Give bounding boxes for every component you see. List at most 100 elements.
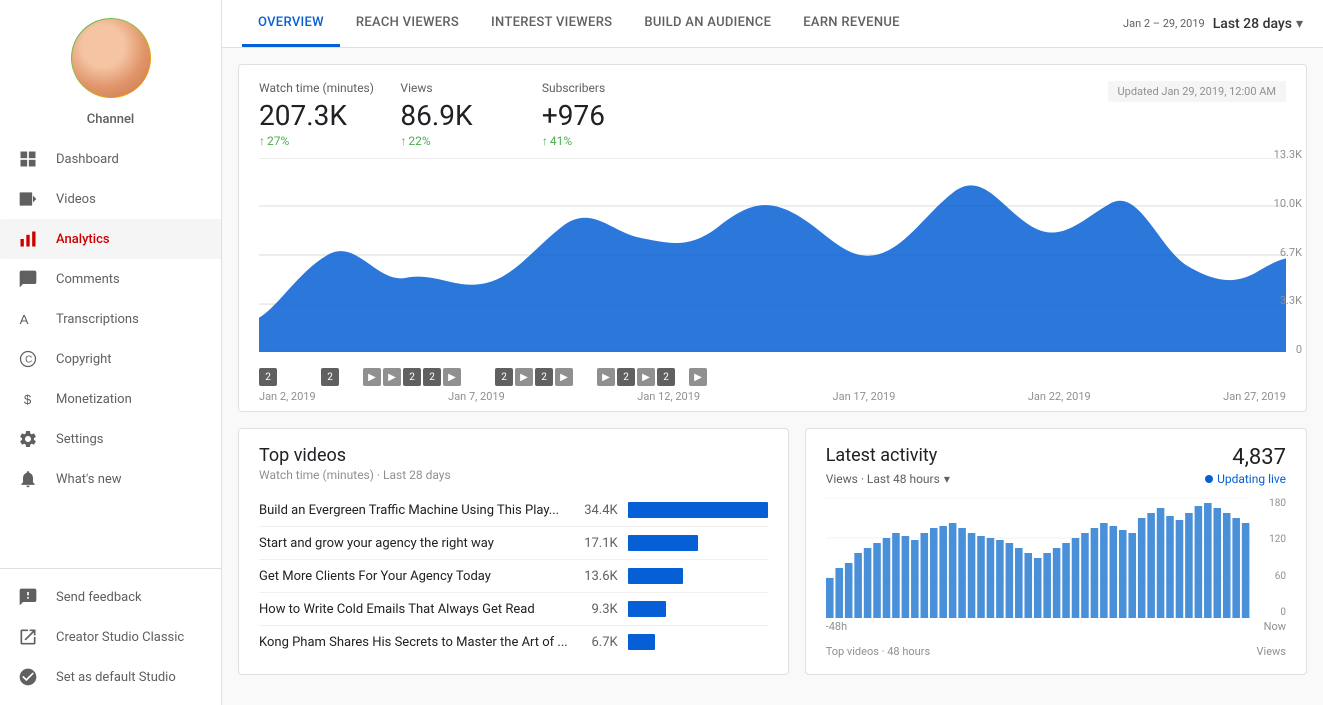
sidebar-item-analytics[interactable]: Analytics [0, 219, 221, 259]
updating-live-label: Updating live [1217, 472, 1286, 486]
avatar [71, 18, 151, 98]
sidebar-label-transcriptions: Transcriptions [56, 312, 139, 327]
play-marker-8[interactable]: ▶ [689, 368, 707, 386]
svg-text:$: $ [24, 392, 32, 407]
top-nav: OVERVIEW REACH VIEWERS INTEREST VIEWERS … [222, 0, 1323, 48]
views-change: ↑ 22% [400, 134, 541, 148]
external-icon [16, 625, 40, 649]
play-marker-4[interactable]: ▶ [515, 368, 533, 386]
analytics-icon [16, 227, 40, 251]
sidebar-item-dashboard[interactable]: Dashboard [0, 139, 221, 179]
x-label-jan22: Jan 22, 2019 [1028, 390, 1091, 403]
y-label-6k: 6.7K [1274, 246, 1302, 259]
sidebar-item-videos[interactable]: Videos [0, 179, 221, 219]
feedback-icon [16, 585, 40, 609]
tab-reach-viewers[interactable]: REACH VIEWERS [340, 0, 475, 47]
video-row-4[interactable]: How to Write Cold Emails That Always Get… [259, 593, 768, 626]
play-marker-3[interactable]: ▶ [443, 368, 461, 386]
main-chart-svg [259, 158, 1286, 352]
avatar-container [0, 0, 221, 108]
dashboard-icon [16, 147, 40, 171]
video-views-2: 17.1K [568, 536, 618, 551]
video-row-2[interactable]: Start and grow your agency the right way… [259, 527, 768, 560]
sidebar-item-send-feedback[interactable]: Send feedback [0, 577, 221, 617]
subscribers-change: ↑ 41% [542, 134, 683, 148]
views-dropdown[interactable]: Views · Last 48 hours ▾ [826, 472, 950, 486]
tab-earn-revenue[interactable]: EARN REVENUE [787, 0, 916, 47]
video-icon [16, 187, 40, 211]
tab-overview[interactable]: OVERVIEW [242, 0, 340, 47]
video-marker-8[interactable]: 2 [657, 368, 675, 386]
play-marker-1[interactable]: ▶ [363, 368, 381, 386]
video-marker-2[interactable]: 2 [321, 368, 339, 386]
video-marker-5[interactable]: 2 [495, 368, 513, 386]
top-videos-subtitle: Watch time (minutes) · Last 28 days [259, 468, 768, 482]
play-marker-2[interactable]: ▶ [383, 368, 401, 386]
transcription-icon: A [16, 307, 40, 331]
video-marker-7[interactable]: 2 [617, 368, 635, 386]
bar-container-2 [628, 535, 768, 551]
sidebar-item-creator-studio[interactable]: Creator Studio Classic [0, 617, 221, 657]
y-label-13k: 13.3K [1274, 148, 1302, 161]
tab-interest-viewers[interactable]: INTEREST VIEWERS [475, 0, 628, 47]
sidebar-item-whats-new[interactable]: What's new [0, 459, 221, 499]
arrow-up-icon: ↑ [259, 134, 265, 148]
sidebar-item-settings[interactable]: Settings [0, 419, 221, 459]
activity-y-60: 60 [1256, 571, 1286, 582]
sidebar-item-comments[interactable]: Comments [0, 259, 221, 299]
play-marker-6[interactable]: ▶ [597, 368, 615, 386]
checkmark-icon [16, 665, 40, 689]
svg-text:C: C [25, 354, 32, 365]
video-title-1: Build an Evergreen Traffic Machine Using… [259, 503, 568, 518]
x-axis-labels: Jan 2, 2019 Jan 7, 2019 Jan 12, 2019 Jan… [239, 390, 1306, 403]
stats-header: Watch time (minutes) 207.3K ↑ 27% Views … [239, 65, 1306, 148]
bar-container-5 [628, 634, 768, 650]
activity-y-120: 120 [1256, 534, 1286, 545]
activity-header: Latest activity 4,837 [826, 445, 1286, 470]
video-row-5[interactable]: Kong Pham Shares His Secrets to Master t… [259, 626, 768, 658]
video-row-1[interactable]: Build an Evergreen Traffic Machine Using… [259, 494, 768, 527]
tab-build-audience[interactable]: BUILD AN AUDIENCE [628, 0, 787, 47]
video-marker-4[interactable]: 2 [423, 368, 441, 386]
video-row-3[interactable]: Get More Clients For Your Agency Today 1… [259, 560, 768, 593]
sidebar-item-monetization[interactable]: $ Monetization [0, 379, 221, 419]
bar-1 [628, 502, 768, 518]
sidebar-item-copyright[interactable]: C Copyright [0, 339, 221, 379]
sidebar-item-set-default[interactable]: Set as default Studio [0, 657, 221, 697]
sidebar-label-analytics: Analytics [56, 232, 110, 247]
x-label-48h: -48h [826, 620, 847, 633]
bar-4 [628, 601, 666, 617]
watch-time-label: Watch time (minutes) [259, 81, 400, 95]
arrow-up-icon-subs: ↑ [542, 134, 548, 148]
y-label-10k: 10.0K [1274, 197, 1302, 210]
play-marker-7[interactable]: ▶ [637, 368, 655, 386]
play-marker-5[interactable]: ▶ [555, 368, 573, 386]
video-views-4: 9.3K [568, 602, 618, 617]
updating-live: Updating live [1205, 472, 1286, 486]
sidebar-label-set-default: Set as default Studio [56, 670, 176, 685]
sidebar-item-transcriptions[interactable]: A Transcriptions [0, 299, 221, 339]
footer-right: Views [1257, 645, 1286, 658]
views-value: 86.9K [400, 99, 541, 132]
y-label-0: 0 [1274, 343, 1302, 356]
video-title-5: Kong Pham Shares His Secrets to Master t… [259, 635, 568, 650]
main-content: OVERVIEW REACH VIEWERS INTEREST VIEWERS … [222, 0, 1323, 705]
video-marker-3[interactable]: 2 [403, 368, 421, 386]
activity-footer: Top videos · 48 hours Views [826, 645, 1286, 658]
video-views-5: 6.7K [568, 635, 618, 650]
sidebar-label-copyright: Copyright [56, 352, 112, 367]
sidebar-label-whats-new: What's new [56, 472, 122, 487]
date-period-select[interactable]: Last 28 days ▾ [1213, 16, 1303, 32]
video-marker-1[interactable]: 2 [259, 368, 277, 386]
copyright-icon: C [16, 347, 40, 371]
video-marker-6[interactable]: 2 [535, 368, 553, 386]
footer-left: Top videos · 48 hours [826, 645, 930, 658]
bar-container-1 [628, 502, 768, 518]
main-chart: 13.3K 10.0K 6.7K 3.3K 0 [239, 148, 1306, 368]
sidebar-footer: Send feedback Creator Studio Classic Set… [0, 568, 221, 705]
channel-label: Channel [0, 108, 221, 139]
watch-time-change: ↑ 27% [259, 134, 400, 148]
arrow-up-icon-views: ↑ [400, 134, 406, 148]
x-label-jan27: Jan 27, 2019 [1223, 390, 1286, 403]
subscribers-label: Subscribers [542, 81, 683, 95]
